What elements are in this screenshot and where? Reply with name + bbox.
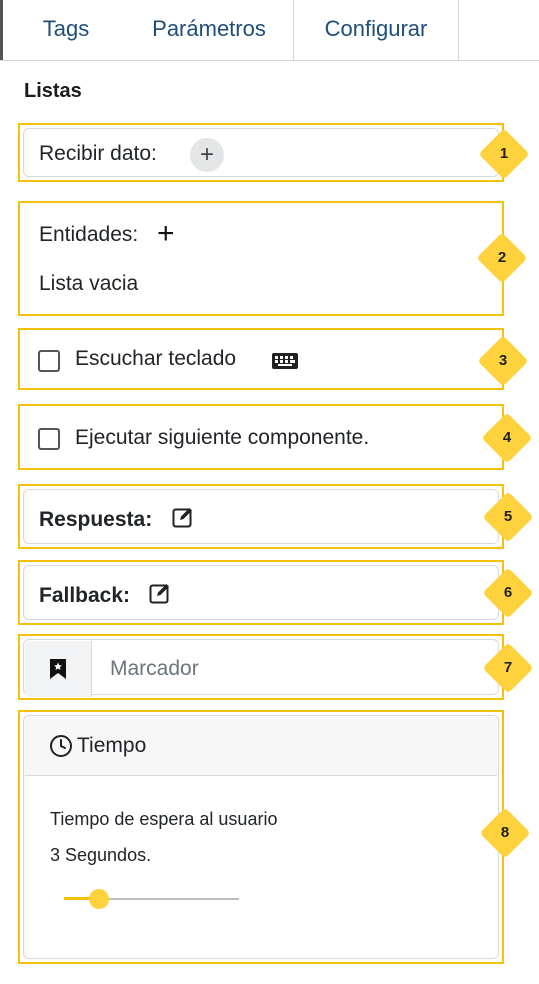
entities-box: Entidades: + Lista vacia: [18, 201, 504, 316]
listen-keyboard-checkbox[interactable]: [38, 350, 60, 372]
fallback-box: Fallback:: [18, 560, 504, 625]
listen-keyboard-box: Escuchar teclado: [18, 328, 504, 390]
add-entity-button[interactable]: +: [157, 219, 175, 249]
receive-data-label: Recibir dato:: [39, 142, 157, 165]
execute-next-checkbox[interactable]: [38, 428, 60, 450]
badge-8: 8: [479, 807, 531, 859]
time-slider-thumb[interactable]: [89, 889, 109, 909]
edit-fallback-icon[interactable]: [149, 582, 171, 604]
badge-8-label: 8: [500, 824, 510, 841]
badge-3: 3: [477, 335, 529, 387]
bookmark-addon: [25, 641, 92, 697]
badge-6: 6: [482, 567, 534, 619]
tab-parametros[interactable]: Parámetros: [126, 0, 292, 60]
badge-6-label: 6: [503, 584, 513, 601]
badge-7-label: 7: [503, 659, 513, 676]
bookmark-box: [18, 634, 504, 700]
badge-1-label: 1: [499, 145, 509, 162]
tab-bar-left-border: [0, 0, 3, 60]
bookmark-icon: [50, 659, 66, 679]
badge-2: 2: [476, 232, 528, 284]
execute-next-label: Ejecutar siguiente componente.: [75, 426, 370, 449]
tab-bar: Tags Parámetros Configurar: [0, 0, 539, 61]
response-box: Respuesta:: [18, 484, 504, 549]
tab-configurar[interactable]: Configurar: [293, 0, 459, 60]
badge-4-label: 4: [502, 429, 512, 446]
keyboard-icon: [272, 353, 298, 369]
add-receive-data-button[interactable]: +: [190, 138, 224, 172]
time-description: Tiempo de espera al usuario: [50, 809, 278, 829]
time-box: Tiempo Tiempo de espera al usuario 3 Seg…: [18, 710, 504, 964]
badge-1: 1: [478, 128, 530, 180]
receive-data-box: Recibir dato: +: [18, 123, 504, 182]
badge-5-label: 5: [503, 508, 513, 525]
response-label: Respuesta:: [39, 508, 153, 531]
badge-5: 5: [482, 491, 534, 543]
entities-empty-text: Lista vacia: [39, 272, 139, 295]
time-card-header: Tiempo: [25, 717, 497, 776]
clock-icon: [50, 735, 72, 757]
fallback-label: Fallback:: [39, 584, 131, 607]
bookmark-input[interactable]: [92, 641, 497, 697]
listen-keyboard-label: Escuchar teclado: [75, 347, 237, 370]
edit-response-icon[interactable]: [172, 506, 194, 528]
badge-3-label: 3: [498, 352, 508, 369]
badge-2-label: 2: [497, 249, 507, 266]
time-card-title: Tiempo: [77, 734, 147, 757]
section-title: Listas: [24, 80, 82, 102]
time-value: 3 Segundos.: [50, 845, 152, 865]
badge-4: 4: [481, 412, 533, 464]
entities-label: Entidades:: [39, 223, 139, 246]
execute-next-box: Ejecutar siguiente componente.: [18, 404, 504, 470]
tab-tags[interactable]: Tags: [6, 0, 126, 60]
badge-7: 7: [482, 642, 534, 694]
